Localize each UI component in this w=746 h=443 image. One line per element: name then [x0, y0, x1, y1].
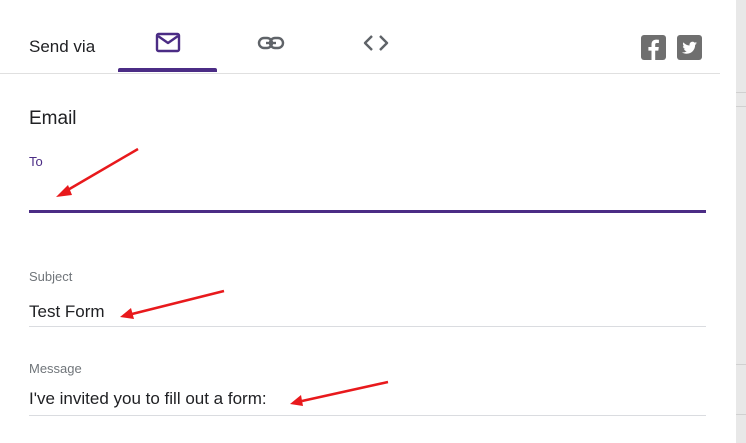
- annotation-overlay: [56, 147, 389, 406]
- annotation-arrow-subject: [120, 289, 225, 319]
- annotation-arrow-to: [56, 147, 139, 197]
- annotation-arrow-message: [290, 380, 389, 406]
